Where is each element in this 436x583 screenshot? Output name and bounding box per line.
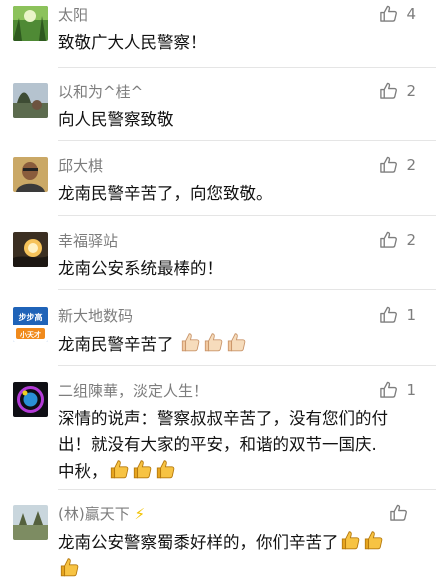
like-count: 1 [406,380,416,399]
thumbs-up-emoji-icon [225,331,247,353]
thumbs-up-emoji-icon [108,458,130,480]
avatar[interactable] [13,382,48,417]
like-count: 2 [406,155,416,174]
divider [58,489,436,490]
comment-text: 致敬广大人民警察！ [58,33,207,52]
comment-text: 深情的说声：警察叔叔辛苦了，没有您们的付 出！就没有大家的平安，和谐的双节一国庆… [58,406,426,485]
comment-text-line: 出！就没有大家的平安，和谐的双节一国庆. [58,435,377,454]
divider [58,365,436,366]
thumbs-up-icon [379,81,398,100]
brand-logo-text: 步步高 [19,312,43,322]
like-button[interactable]: 2 [379,155,416,174]
avatar[interactable] [13,83,48,118]
thumbs-up-icon [379,305,398,324]
commenter-name[interactable]: 以和为^桂^ [58,81,143,102]
comment-text: 龙南公安警察蜀黍好样的，你们辛苦了 [58,529,426,583]
avatar[interactable] [13,505,48,540]
brand-logo-text: 小天才 [19,330,41,339]
comment-text: 龙南民警辛苦了 [58,331,426,358]
comment-text-body: 中秋， [58,462,108,481]
divider [58,289,436,290]
like-button[interactable]: 2 [379,230,416,249]
comment-text: 龙南公安系统最棒的！ [58,259,223,278]
commenter-name[interactable]: 太阳 [58,4,88,25]
comment-text: 龙南民警辛苦了，向您致敬。 [58,184,273,203]
divider [58,215,436,216]
like-button[interactable] [389,503,416,522]
like-count: 2 [406,81,416,100]
like-count: 2 [406,230,416,249]
divider [58,140,436,141]
commenter-name-text: (林)贏天下 [58,505,130,523]
commenter-name[interactable]: 新大地数码 [58,305,133,326]
commenter-name[interactable]: 邱大棋 [58,155,103,176]
thumbs-up-icon [379,155,398,174]
like-button[interactable]: 1 [379,380,416,399]
thumbs-up-emoji-icon [131,458,153,480]
thumbs-up-emoji-icon [58,556,80,578]
lightning-icon: ⚡ [134,505,146,523]
avatar[interactable]: 步步高 小天才 [13,307,48,342]
thumbs-up-emoji-icon [202,331,224,353]
thumbs-up-icon [379,230,398,249]
thumbs-up-emoji-icon [179,331,201,353]
comment-text-body: 龙南公安警察蜀黍好样的，你们辛苦了 [58,533,339,552]
thumbs-up-icon [379,380,398,399]
avatar[interactable] [13,232,48,267]
comment-text-line: 中秋， [58,458,426,485]
avatar[interactable] [13,157,48,192]
thumbs-up-icon [389,503,408,522]
like-button[interactable]: 1 [379,305,416,324]
like-count: 1 [406,305,416,324]
thumbs-up-icon [379,4,398,23]
comment-text: 向人民警察致敬 [58,110,174,129]
like-count: 4 [406,4,416,23]
like-button[interactable]: 2 [379,81,416,100]
like-button[interactable]: 4 [379,4,416,23]
thumbs-up-emoji-icon [362,529,384,551]
commenter-name[interactable]: 幸福驿站 [58,230,118,251]
divider [58,67,436,68]
comment-text-line: 深情的说声：警察叔叔辛苦了，没有您们的付 [58,409,388,428]
thumbs-up-emoji-icon [339,529,361,551]
commenter-name[interactable]: (林)贏天下 ⚡ [58,503,145,524]
avatar[interactable] [13,6,48,41]
commenter-name[interactable]: 二组陳華，淡定人生！ [58,380,208,401]
thumbs-up-emoji-icon [154,458,176,480]
comment-text-body: 龙南民警辛苦了 [58,335,174,354]
